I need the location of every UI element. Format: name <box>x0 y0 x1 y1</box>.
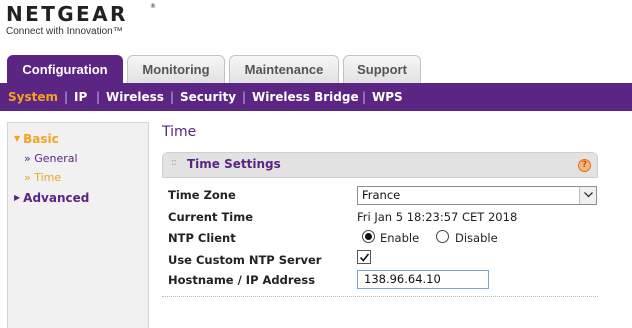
main-content: Time :: Time Settings ? Time Zone France… <box>162 0 632 328</box>
sidebar-section-label: Basic <box>23 132 59 146</box>
router-admin-page: NETGEAR ® Connect with Innovation™ Confi… <box>0 0 632 328</box>
time-settings-panel-header: :: Time Settings ? <box>162 152 598 178</box>
current-time-label: Current Time <box>168 210 254 224</box>
time-zone-select[interactable]: France <box>357 186 597 205</box>
time-zone-label: Time Zone <box>168 188 236 202</box>
sidebar-section-basic[interactable]: ▼ Basic <box>14 132 59 146</box>
hostname-label: Hostname / IP Address <box>168 273 316 287</box>
subnav-separator: | <box>96 90 101 104</box>
logo-tagline: Connect with Innovation™ <box>6 26 123 37</box>
time-zone-row: Time Zone France <box>168 185 598 205</box>
ntp-enable-label[interactable]: Enable <box>380 231 419 245</box>
current-time-row: Current Time Fri Jan 5 18:23:57 CET 2018 <box>168 207 598 227</box>
panel-title: Time Settings <box>187 157 281 171</box>
netgear-logo: NETGEAR ® Connect with Innovation™ <box>6 2 156 38</box>
drag-grip-icon: :: <box>171 157 177 168</box>
hostname-row: Hostname / IP Address 138.96.64.10 <box>168 270 598 290</box>
subnav-system[interactable]: System <box>8 90 58 104</box>
chevron-down-icon: ▼ <box>14 134 21 143</box>
hostname-input[interactable]: 138.96.64.10 <box>357 270 489 289</box>
subnav-ip[interactable]: IP <box>74 90 87 104</box>
ntp-enable-radio[interactable] <box>362 230 375 243</box>
custom-ntp-label: Use Custom NTP Server <box>168 253 322 267</box>
page-title: Time <box>162 124 197 140</box>
subnav-wireless[interactable]: Wireless <box>106 90 164 104</box>
custom-ntp-row: Use Custom NTP Server <box>168 250 598 270</box>
current-time-value: Fri Jan 5 18:23:57 CET 2018 <box>357 210 518 224</box>
sidebar: ▼ Basic » General » Time ▶ Advanced <box>7 122 149 328</box>
time-zone-value: France <box>362 188 401 202</box>
ntp-disable-radio[interactable] <box>436 230 449 243</box>
custom-ntp-checkbox[interactable] <box>357 250 371 264</box>
tab-configuration[interactable]: Configuration <box>7 55 123 83</box>
logo-wordmark: NETGEAR <box>6 2 128 26</box>
logo-registered-mark: ® <box>150 3 156 10</box>
ntp-disable-label[interactable]: Disable <box>455 231 498 245</box>
sidebar-item-general[interactable]: » General <box>24 152 78 166</box>
sidebar-section-label: Advanced <box>23 191 90 205</box>
checkmark-icon <box>359 253 370 262</box>
divider <box>162 296 598 297</box>
chevron-down-icon[interactable] <box>579 187 596 204</box>
sidebar-section-advanced[interactable]: ▶ Advanced <box>14 191 89 205</box>
ntp-client-label: NTP Client <box>168 231 236 245</box>
help-icon[interactable]: ? <box>578 159 591 172</box>
subnav-separator: | <box>64 90 69 104</box>
ntp-client-row: NTP Client Enable Disable <box>168 228 598 248</box>
sidebar-item-time[interactable]: » Time <box>24 171 61 185</box>
chevron-right-icon: ▶ <box>14 193 21 202</box>
